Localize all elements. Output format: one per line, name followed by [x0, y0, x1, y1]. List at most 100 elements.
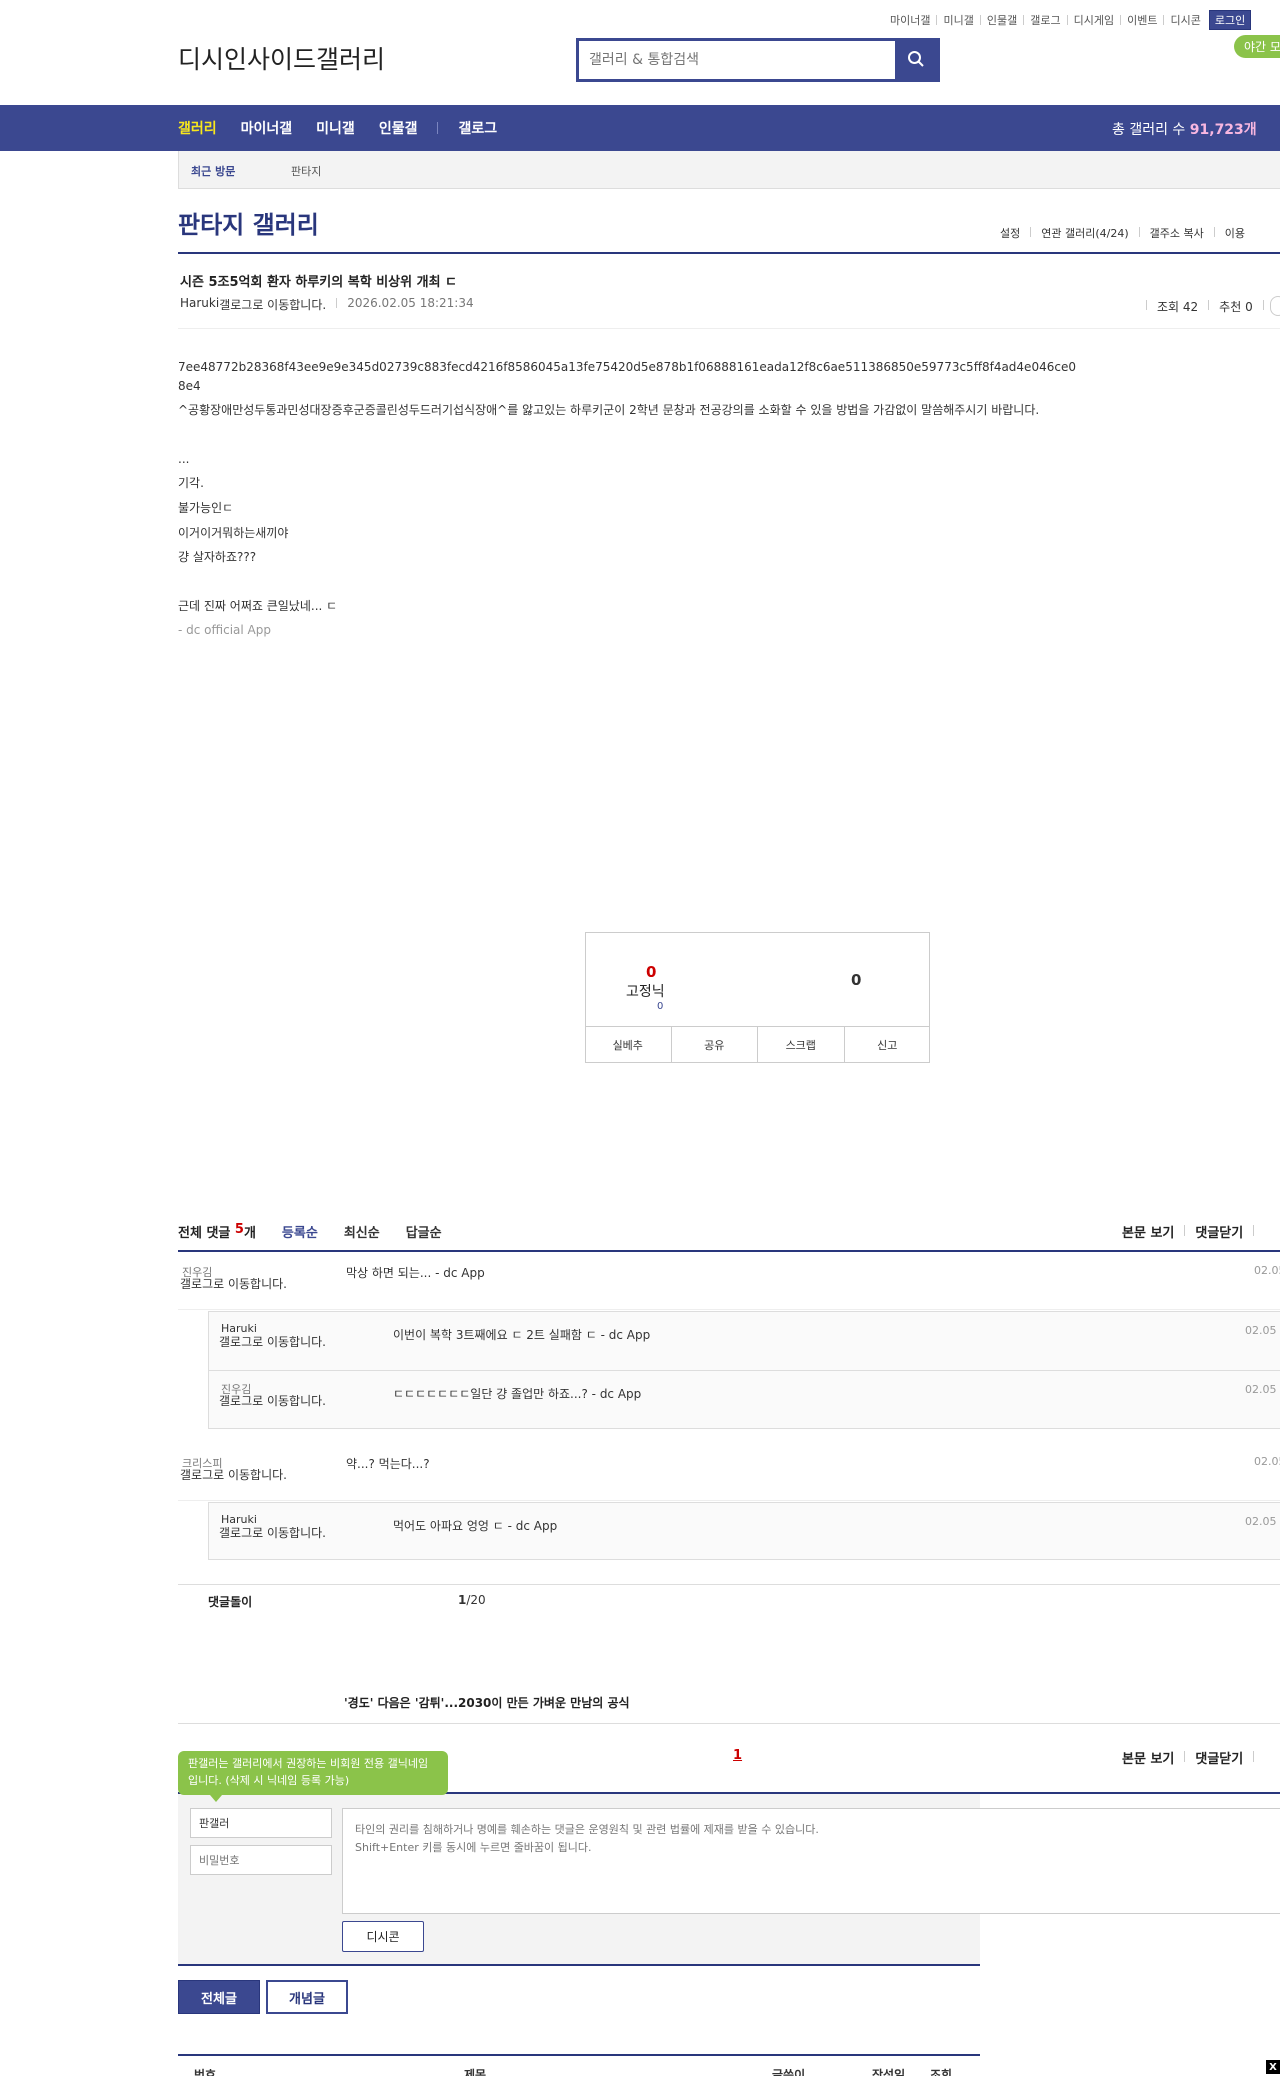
gallery-title[interactable]: 판타지 갤러리 — [178, 205, 319, 240]
search-button[interactable] — [895, 41, 937, 79]
password-input[interactable] — [190, 1845, 332, 1875]
tooltip-arrow — [210, 1795, 222, 1802]
reply-gallog-image[interactable]: 갤로그로 이동합니다. — [219, 1526, 359, 1540]
reply-time: 02.05 1 — [1245, 1383, 1280, 1396]
top-utility-links: 마이너갤 미니갤 인물갤 갤로그 디시게임 이벤트 디시콘 로그인 — [890, 10, 1252, 30]
top-link-event[interactable]: 이벤트 — [1127, 12, 1157, 28]
list-divider — [178, 2054, 980, 2056]
close-icon[interactable]: X — [1266, 2060, 1280, 2074]
fixed-nick-count: 0 — [657, 1001, 664, 1012]
comments-label: 전체 댓글 — [178, 1226, 231, 1241]
recent-visits-label[interactable]: 최근 방문 — [191, 163, 235, 179]
fixed-nick-image: 고정닉 — [626, 984, 665, 1000]
comment-text: 막상 하면 되는... - dc App — [346, 1266, 485, 1280]
post-body-line — [178, 426, 1078, 444]
title-divider — [178, 252, 1280, 254]
comment-item: 진우김 갤로그로 이동합니다. 막상 하면 되는... - dc App 02.… — [178, 1252, 1280, 1310]
recommend-box: 0 고정닉 0 0 실베추 공유 스크랩 신고 — [585, 932, 930, 1063]
best-recommend-button[interactable]: 실베추 — [585, 1027, 672, 1063]
comment-bot-label[interactable]: 댓글돌이 — [208, 1593, 252, 1610]
post-title: 시즌 5조5억회 환자 하루키의 복학 비상위 개최 ㄷ — [180, 275, 458, 290]
news-link[interactable]: '경도' 다음은 '감튀'...2030이 만든 가벼운 만남의 공식 — [344, 1694, 630, 1711]
comment-gallog-image[interactable]: 갤로그로 이동합니다. — [180, 1277, 320, 1291]
all-posts-button[interactable]: 전체글 — [178, 1980, 260, 2014]
comment-page-total: /20 — [466, 1593, 486, 1607]
top-link-mini[interactable]: 미니갤 — [943, 12, 973, 28]
close-comments-link[interactable]: 댓글닫기 — [1195, 1222, 1243, 1241]
post-body-line: 근데 진짜 어쩌죠 큰일났네... ㄷ — [178, 598, 338, 613]
gallery-settings-link[interactable]: 설정 — [1000, 225, 1020, 241]
dccon-button[interactable]: 디시콘 — [342, 1921, 424, 1952]
view-post-link-bottom[interactable]: 본문 보기 — [1122, 1748, 1174, 1767]
reply-nick[interactable]: Haruki — [221, 1322, 257, 1335]
sort-tab-latest[interactable]: 최신순 — [344, 1222, 380, 1241]
usage-link[interactable]: 이용 — [1225, 225, 1245, 241]
post-body-line: ... — [178, 451, 190, 466]
nickname-input[interactable] — [190, 1808, 332, 1838]
scrap-button[interactable]: 스크랩 — [758, 1027, 845, 1063]
reply-text: ㄷㄷㄷㄷㄷㄷㄷ일단 걍 졸업만 하죠...? - dc App — [393, 1387, 642, 1401]
concept-posts-button[interactable]: 개념글 — [266, 1980, 348, 2014]
search-icon — [908, 50, 924, 67]
copy-gallery-url-link[interactable]: 갤주소 복사 — [1150, 225, 1204, 241]
reply-nick[interactable]: Haruki — [221, 1513, 257, 1526]
nav-item-gallog[interactable]: 갤로그 — [458, 118, 497, 138]
nav-item-gallery[interactable]: 갤러리 — [178, 118, 217, 138]
post-author[interactable]: Haruki — [180, 296, 219, 313]
list-col-number: 번호 — [194, 2068, 217, 2076]
top-link-minor[interactable]: 마이너갤 — [890, 12, 930, 28]
comment-count-button[interactable] — [1270, 296, 1280, 316]
post-stats: 조회 42 추천 0 — [1136, 298, 1274, 315]
recent-visits-bar: 최근 방문 판타지 — [178, 151, 1280, 189]
news-divider — [178, 1723, 1280, 1724]
post-image-alt: 7ee48772b28368f43ee9e9e345d02739c883fecd… — [178, 360, 1076, 393]
nav-items: 갤러리 마이너갤 미니갤 인물갤 갤로그 — [178, 105, 521, 151]
recommend-up-count[interactable]: 0 — [646, 963, 656, 981]
reply-box: Haruki 갤로그로 이동합니다. 먹어도 아파요 엉엉 ㄷ - dc App… — [208, 1502, 1280, 1560]
share-button[interactable]: 공유 — [672, 1027, 758, 1063]
related-gallery-link[interactable]: 연관 갤러리(4/24) — [1041, 225, 1128, 241]
post-recommend: 추천 0 — [1219, 300, 1253, 314]
close-comments-link-bottom[interactable]: 댓글닫기 — [1195, 1748, 1243, 1767]
post-body-line: ^공황장애만성두통과민성대장증후군증콜린성두드러기섭식장애^를 앓고있는 하루키… — [178, 403, 1040, 418]
post-signature: - dc official App — [178, 623, 271, 638]
dccon-label: 디시콘 — [366, 1930, 400, 1944]
comment-item: 크리스피 갤로그로 이동합니다. 약...? 먹는다...? 02.05 — [178, 1443, 1280, 1501]
top-link-dccon[interactable]: 디시콘 — [1170, 12, 1200, 28]
top-link-dcgame[interactable]: 디시게임 — [1074, 12, 1114, 28]
report-button[interactable]: 신고 — [845, 1027, 931, 1063]
comment-page-link[interactable]: 1 — [733, 1748, 742, 1763]
sort-tab-registered[interactable]: 등록순 — [282, 1222, 318, 1241]
author-gallog-image[interactable]: 갤로그로 이동합니다. — [219, 296, 326, 313]
comments-count-unit: 개 — [243, 1226, 256, 1241]
view-post-link[interactable]: 본문 보기 — [1122, 1222, 1174, 1241]
sort-tab-replies[interactable]: 답글순 — [406, 1222, 442, 1241]
top-link-gallog[interactable]: 갤로그 — [1030, 12, 1060, 28]
post-body-line: 불가능인ㄷ — [178, 500, 234, 515]
nav-item-minor[interactable]: 마이너갤 — [241, 118, 293, 138]
recommend-down-count[interactable]: 0 — [851, 971, 861, 989]
comment-page-indicator: 1/20 — [458, 1593, 486, 1607]
reply-time: 02.05 1 — [1245, 1515, 1280, 1528]
list-col-title: 제목 — [464, 2068, 487, 2076]
comment-textarea[interactable] — [342, 1808, 1280, 1914]
comments-count: 5 — [234, 1222, 244, 1237]
recent-visit-item[interactable]: 판타지 — [291, 163, 321, 179]
meta-divider — [178, 328, 1280, 329]
top-link-person[interactable]: 인물갤 — [987, 12, 1017, 28]
post-body-line: 걍 살자하죠??? — [178, 550, 257, 565]
reply-item: Haruki 갤로그로 이동합니다. 이번이 복학 3트째에요 ㄷ 2트 실패함… — [209, 1312, 1280, 1370]
night-mode-button[interactable]: 야간 모 — [1234, 35, 1280, 58]
reply-gallog-image[interactable]: 갤로그로 이동합니다. — [219, 1335, 359, 1349]
recommend-actions: 실베추 공유 스크랩 신고 — [585, 1026, 930, 1063]
post-meta: Haruki 갤로그로 이동합니다. 2026.02.05 18:21:34 — [180, 296, 474, 313]
login-button[interactable]: 로그인 — [1208, 10, 1252, 30]
post-views: 조회 42 — [1157, 300, 1199, 314]
nav-item-mini[interactable]: 미니갤 — [316, 118, 355, 138]
site-logo[interactable]: 디시인사이드갤러리 — [178, 40, 385, 76]
comment-gallog-image[interactable]: 갤로그로 이동합니다. — [180, 1468, 320, 1482]
reply-gallog-image[interactable]: 갤로그로 이동합니다. — [219, 1394, 359, 1408]
nav-item-person[interactable]: 인물갤 — [379, 118, 418, 138]
main-navbar: 갤러리 마이너갤 미니갤 인물갤 갤로그 총 갤러리 수 91,723개 — [0, 105, 1280, 151]
search-input[interactable] — [579, 41, 895, 79]
